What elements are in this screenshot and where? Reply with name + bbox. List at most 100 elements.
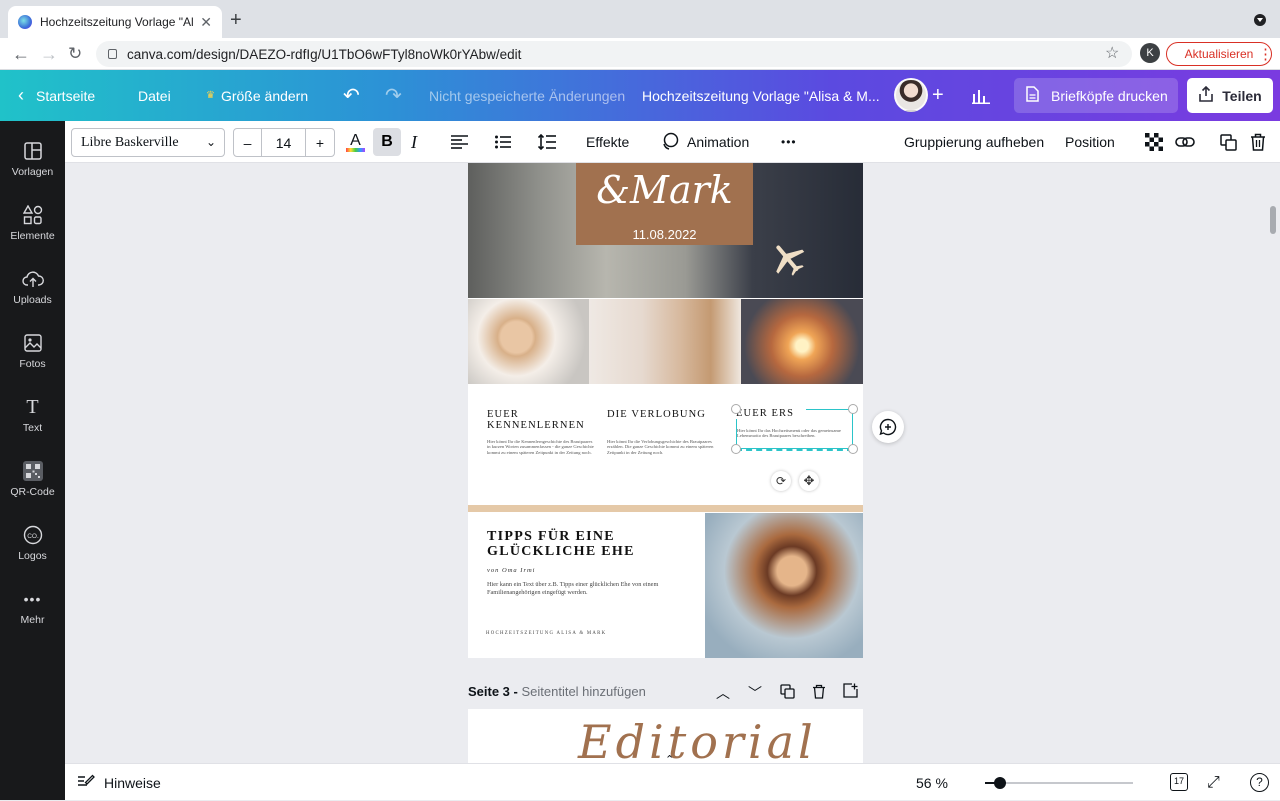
canva-favicon-icon (18, 15, 32, 29)
file-menu[interactable]: Datei (138, 70, 171, 121)
print-letterhead-button[interactable]: Briefköpfe drucken (1014, 78, 1178, 113)
chevron-down-page-icon[interactable]: ﹀ (748, 683, 762, 703)
chevron-up-icon[interactable]: ︿ (716, 683, 730, 703)
design-title[interactable]: Hochzeitszeitung Vorlage "Alisa & M... (642, 70, 880, 121)
new-tab-icon[interactable]: + (230, 10, 242, 30)
back-icon[interactable]: ← (12, 44, 30, 64)
fullscreen-icon[interactable]: ⤢ (1207, 764, 1220, 801)
sidebar-label-more: Mehr (20, 614, 45, 626)
tips-byline[interactable]: von Oma Irmi (487, 567, 535, 574)
page-footer[interactable]: HOCHZEITSZEITUNG ALISA & MARK (486, 631, 606, 636)
resize-button[interactable]: ♛ Größe ändern (206, 70, 308, 121)
line-spacing-icon[interactable] (538, 121, 556, 163)
add-comment-icon[interactable] (872, 411, 904, 443)
insights-chart-icon[interactable] (972, 70, 990, 121)
address-bar: ← → ↻ canva.com/design/DAEZO-rdfIg/U1TbO… (0, 38, 1280, 70)
col1-text[interactable]: Hier könnt Ihr die Kennenlerngeschichte … (487, 439, 595, 455)
sidebar-item-photos[interactable]: Fotos (0, 325, 65, 385)
sidebar-label-qr-code: QR-Code (10, 486, 55, 498)
link-icon[interactable] (1175, 121, 1195, 163)
add-collaborator-icon[interactable]: + (932, 70, 944, 121)
couple-photo-4[interactable] (705, 513, 863, 658)
design-canvas[interactable]: &Mark 11.08.2022 EUER KENNENLERNEN Hier … (65, 163, 1280, 763)
undo-icon[interactable]: ↶ (343, 70, 360, 121)
resize-handle-br[interactable] (848, 444, 858, 454)
redo-icon[interactable]: ↷ (385, 70, 402, 121)
design-page[interactable]: &Mark 11.08.2022 EUER KENNENLERNEN Hier … (468, 163, 863, 658)
sidebar-item-qr-code[interactable]: QR-Code (0, 453, 65, 513)
ungroup-button[interactable]: Gruppierung aufheben (904, 121, 1044, 163)
col3-title[interactable]: EUER ERS (736, 408, 806, 419)
position-button[interactable]: Position (1065, 121, 1115, 163)
couple-photo-1[interactable] (468, 299, 589, 384)
resize-handle-tl[interactable] (731, 404, 741, 414)
text-color-button[interactable]: A (346, 121, 365, 163)
font-size-input[interactable]: 14 (262, 129, 306, 156)
transparency-icon[interactable] (1145, 121, 1163, 163)
animation-button[interactable]: Animation (661, 121, 749, 163)
rotate-handle-icon[interactable]: ⟳ (771, 471, 791, 491)
duplicate-page-icon[interactable] (780, 684, 795, 704)
page3-title-input[interactable]: Seitentitel hinzufügen (521, 684, 645, 699)
zoom-slider-thumb[interactable] (993, 777, 1006, 789)
col1-title[interactable]: EUER KENNENLERNEN (487, 409, 597, 431)
bottom-bar: Hinweise 56 % 17 ⤢ ? (65, 763, 1280, 800)
collaborator-avatar[interactable] (894, 78, 928, 112)
url-field[interactable]: canva.com/design/DAEZO-rdfIg/U1TbO6wFTyl… (96, 41, 1132, 67)
selection-dashed-line (736, 449, 853, 451)
expand-notes-icon[interactable]: ⌃ (665, 753, 674, 763)
crown-icon: ♛ (206, 90, 215, 101)
resize-handle-bl[interactable] (731, 444, 741, 454)
bookmark-star-icon[interactable]: ☆ (1105, 43, 1119, 63)
resize-handle-tr[interactable] (848, 404, 858, 414)
bullet-list-icon[interactable] (495, 121, 511, 163)
close-tab-icon[interactable]: ✕ (200, 14, 212, 31)
couple-photo-3[interactable] (741, 299, 863, 384)
home-link[interactable]: ‹ Startseite (18, 70, 95, 121)
italic-button[interactable]: I (411, 121, 417, 163)
bold-button[interactable]: B (373, 128, 401, 156)
name-label-box[interactable]: &Mark 11.08.2022 (576, 163, 753, 245)
sidebar-label-logos: Logos (18, 550, 47, 562)
notes-button[interactable]: Hinweise (78, 764, 161, 801)
duplicate-icon[interactable] (1220, 121, 1237, 163)
page-count-badge[interactable]: 17 (1170, 773, 1188, 791)
canvas-scrollbar[interactable] (1270, 206, 1276, 234)
sidebar-item-text[interactable]: T Text (0, 389, 65, 449)
col2-title[interactable]: DIE VERLOBUNG (607, 409, 722, 420)
increase-size-button[interactable]: + (306, 129, 334, 156)
browser-tab[interactable]: Hochzeitszeitung Vorlage "Alisa ✕ (8, 6, 222, 38)
reload-icon[interactable]: ↻ (68, 44, 82, 64)
tab-search-icon[interactable] (1254, 14, 1266, 26)
share-button[interactable]: Teilen (1187, 78, 1273, 113)
print-label: Briefköpfe drucken (1051, 87, 1168, 104)
move-handle-icon[interactable]: ✥ (799, 471, 819, 491)
tips-text[interactable]: Hier kann ein Text über z.B. Tipps einer… (487, 581, 677, 597)
trash-icon[interactable] (1250, 121, 1266, 163)
add-page-icon[interactable] (843, 683, 858, 703)
sidebar-item-more[interactable]: ••• Mehr (0, 581, 65, 641)
col2-text[interactable]: Hier könnt Ihr die Verlobungsgeschichte … (607, 439, 717, 455)
help-icon[interactable]: ? (1250, 773, 1269, 792)
airplane-icon[interactable] (768, 239, 808, 284)
sidebar-item-templates[interactable]: Vorlagen (0, 133, 65, 193)
font-family-dropdown[interactable]: Libre Baskerville ⌄ (71, 128, 225, 157)
update-button[interactable]: Aktualisieren (1166, 42, 1273, 66)
zoom-slider[interactable] (985, 777, 1133, 789)
sidebar-label-elements: Elemente (10, 230, 55, 242)
delete-page-icon[interactable] (812, 684, 826, 704)
text-toolbar: Libre Baskerville ⌄ – 14 + A B I Effekte… (65, 121, 1280, 163)
profile-avatar[interactable]: K (1140, 43, 1160, 63)
more-options-button[interactable]: ••• (781, 121, 797, 163)
effects-button[interactable]: Effekte (586, 121, 629, 163)
sidebar-item-uploads[interactable]: Uploads (0, 261, 65, 321)
sidebar-item-elements[interactable]: Elemente (0, 197, 65, 257)
align-left-icon[interactable] (451, 121, 468, 163)
tips-title[interactable]: TIPPS FÜR EINE GLÜCKLICHE EHE (487, 529, 667, 559)
forward-icon[interactable]: → (40, 44, 58, 64)
sidebar-item-logos[interactable]: CO. Logos (0, 517, 65, 577)
couple-photo-2[interactable] (589, 299, 741, 384)
decrease-size-button[interactable]: – (234, 129, 262, 156)
col3-text[interactable]: Hier könnt Ihr das Hochzeitsmenü oder da… (737, 428, 849, 439)
zoom-level[interactable]: 56 % (916, 764, 948, 801)
